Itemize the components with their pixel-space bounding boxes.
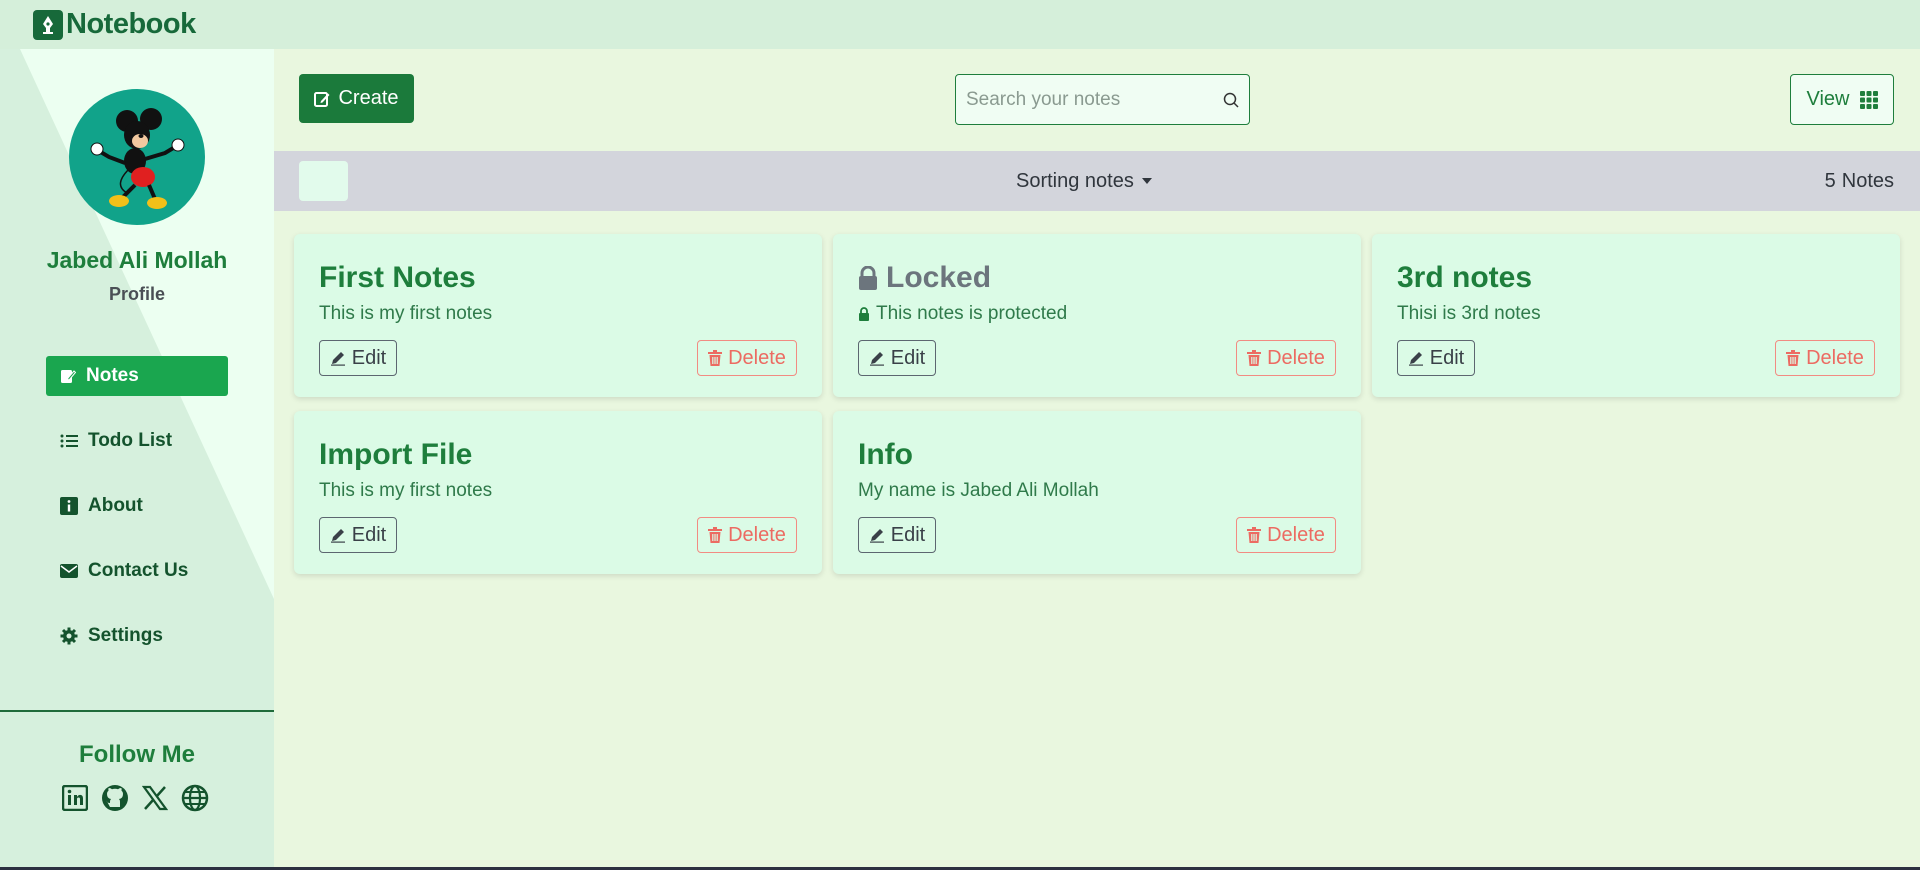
profile-name: Jabed Ali Mollah [46, 247, 228, 273]
avatar[interactable] [69, 89, 205, 225]
note-title: Info [858, 438, 913, 471]
note-text: My name is Jabed Ali Mollah [858, 480, 1099, 501]
note-card[interactable]: 3rd notes Thisi is 3rd notes Edit Delete [1372, 234, 1900, 397]
note-title: First Notes [319, 261, 476, 294]
sidebar-item-label: Settings [88, 625, 163, 646]
pencil-icon [330, 352, 345, 366]
top-bar: Notebook [0, 0, 1920, 49]
linkedin-icon[interactable] [61, 783, 89, 813]
edit-button-label: Edit [351, 523, 387, 546]
delete-button-label: Delete [1806, 346, 1864, 369]
pencil-icon [869, 352, 884, 366]
note-text: This notes is protected [858, 303, 1067, 325]
edit-button[interactable]: Edit [858, 517, 936, 553]
search-icon[interactable] [1223, 92, 1239, 108]
delete-button-label: Delete [728, 523, 786, 546]
trash-icon [1247, 350, 1262, 366]
delete-button[interactable]: Delete [697, 517, 797, 553]
edit-button-label: Edit [351, 346, 387, 369]
sort-dropdown-label: Sorting notes [1016, 169, 1134, 192]
delete-button[interactable]: Delete [697, 340, 797, 376]
lock-icon [859, 266, 877, 290]
pencil-icon [869, 529, 884, 543]
notes-count-value: 5 [1824, 169, 1836, 192]
note-card[interactable]: Locked This notes is protected Edit Dele… [833, 234, 1361, 397]
trash-icon [708, 350, 723, 366]
sort-bar: Sorting notes 5 Notes [274, 151, 1920, 211]
lock-icon [859, 307, 869, 321]
sidebar: Jabed Ali Mollah Profile Notes Todo List… [0, 49, 274, 870]
edit-button[interactable]: Edit [858, 340, 936, 376]
caret-down-icon [1141, 178, 1152, 184]
delete-button-label: Delete [1267, 523, 1325, 546]
note-title: 3rd notes [1397, 261, 1533, 294]
profile-link[interactable]: Profile [0, 284, 274, 305]
edit-button[interactable]: Edit [319, 517, 397, 553]
envelope-icon [60, 564, 78, 578]
view-button-label: View [1806, 88, 1850, 110]
edit-button-label: Edit [890, 346, 926, 369]
social-links [61, 783, 209, 813]
delete-button-label: Delete [728, 346, 786, 369]
x-icon[interactable] [141, 783, 169, 813]
search-box [955, 74, 1250, 125]
grid-icon [1859, 90, 1878, 109]
sidebar-item-notes[interactable]: Notes [46, 356, 228, 396]
note-text: This is my first notes [319, 480, 493, 501]
sidebar-item-label: Notes [86, 365, 139, 386]
gear-icon [60, 627, 78, 645]
edit-button[interactable]: Edit [1397, 340, 1475, 376]
sidebar-item-about[interactable]: About [46, 486, 228, 526]
search-input[interactable] [966, 88, 1223, 111]
delete-button[interactable]: Delete [1236, 517, 1336, 553]
pencil-square-icon [314, 91, 330, 107]
pencil-icon [330, 529, 345, 543]
note-title: Import File [319, 438, 473, 471]
notes-count-label: Notes [1841, 169, 1894, 192]
sidebar-item-label: Contact Us [88, 560, 189, 581]
create-button-label: Create [338, 87, 399, 109]
edit-button-label: Edit [890, 523, 926, 546]
notes-count: 5 Notes [1825, 151, 1894, 211]
note-card[interactable]: Info My name is Jabed Ali Mollah Edit De… [833, 411, 1361, 574]
trash-icon [1247, 527, 1262, 543]
sidebar-item-settings[interactable]: Settings [46, 616, 228, 656]
delete-button[interactable]: Delete [1236, 340, 1336, 376]
sidebar-item-todo-list[interactable]: Todo List [46, 421, 228, 461]
note-card[interactable]: Import File This is my first notes Edit … [294, 411, 822, 574]
view-button[interactable]: View [1790, 74, 1894, 125]
globe-icon[interactable] [181, 783, 209, 813]
select-all-checkbox[interactable] [299, 161, 348, 201]
app-title[interactable]: Notebook [66, 8, 196, 41]
sidebar-item-label: About [88, 495, 143, 516]
edit-button-label: Edit [1429, 346, 1465, 369]
trash-icon [1786, 350, 1801, 366]
delete-button-label: Delete [1267, 346, 1325, 369]
create-button[interactable]: Create [299, 74, 414, 123]
pencil-icon [1408, 352, 1423, 366]
github-icon[interactable] [101, 783, 129, 813]
delete-button[interactable]: Delete [1775, 340, 1875, 376]
sidebar-divider [0, 710, 274, 712]
sidebar-item-contact-us[interactable]: Contact Us [46, 551, 228, 591]
pen-nib-icon [33, 9, 63, 40]
note-title: Locked [858, 261, 991, 295]
info-icon [60, 497, 78, 515]
note-text: Thisi is 3rd notes [1397, 303, 1541, 324]
trash-icon [708, 527, 723, 543]
edit-button[interactable]: Edit [319, 340, 397, 376]
follow-title: Follow Me [79, 741, 195, 768]
sidebar-item-label: Todo List [88, 430, 173, 451]
note-text: This is my first notes [319, 303, 493, 324]
note-edit-icon [61, 370, 76, 383]
sort-dropdown[interactable]: Sorting notes [1016, 151, 1152, 211]
note-card[interactable]: First Notes This is my first notes Edit … [294, 234, 822, 397]
list-icon [60, 434, 78, 448]
